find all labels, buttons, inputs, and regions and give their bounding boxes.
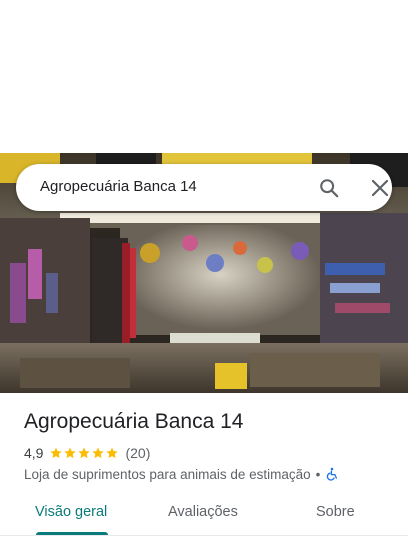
tab-reviews[interactable]: Avaliações bbox=[168, 504, 238, 520]
wheelchair-accessible-icon bbox=[325, 467, 339, 481]
category-row: Loja de suprimentos para animais de esti… bbox=[24, 466, 339, 482]
tab-about[interactable]: Sobre bbox=[316, 504, 355, 520]
rating-value: 4,9 bbox=[24, 445, 44, 461]
category-label: Loja de suprimentos para animais de esti… bbox=[24, 466, 311, 482]
tabs-divider bbox=[0, 535, 408, 536]
rating-row[interactable]: 4,9 (20) bbox=[24, 444, 150, 462]
star-icon bbox=[106, 447, 119, 459]
search-icon[interactable] bbox=[318, 177, 340, 199]
star-icon bbox=[92, 447, 105, 459]
close-icon[interactable] bbox=[370, 178, 390, 198]
star-icon bbox=[78, 447, 91, 459]
tab-bar: Visão geral Avaliações Sobre bbox=[0, 494, 408, 544]
search-input[interactable]: Agropecuária Banca 14 bbox=[40, 178, 197, 195]
review-count[interactable]: (20) bbox=[125, 445, 150, 461]
tab-overview[interactable]: Visão geral bbox=[35, 504, 107, 520]
star-icon bbox=[50, 447, 63, 459]
search-bar[interactable]: Agropecuária Banca 14 bbox=[16, 164, 392, 211]
place-title: Agropecuária Banca 14 bbox=[24, 410, 244, 433]
star-icon bbox=[64, 447, 77, 459]
star-rating bbox=[49, 446, 119, 460]
separator-dot: • bbox=[315, 466, 321, 482]
blank-header-area bbox=[0, 0, 408, 153]
